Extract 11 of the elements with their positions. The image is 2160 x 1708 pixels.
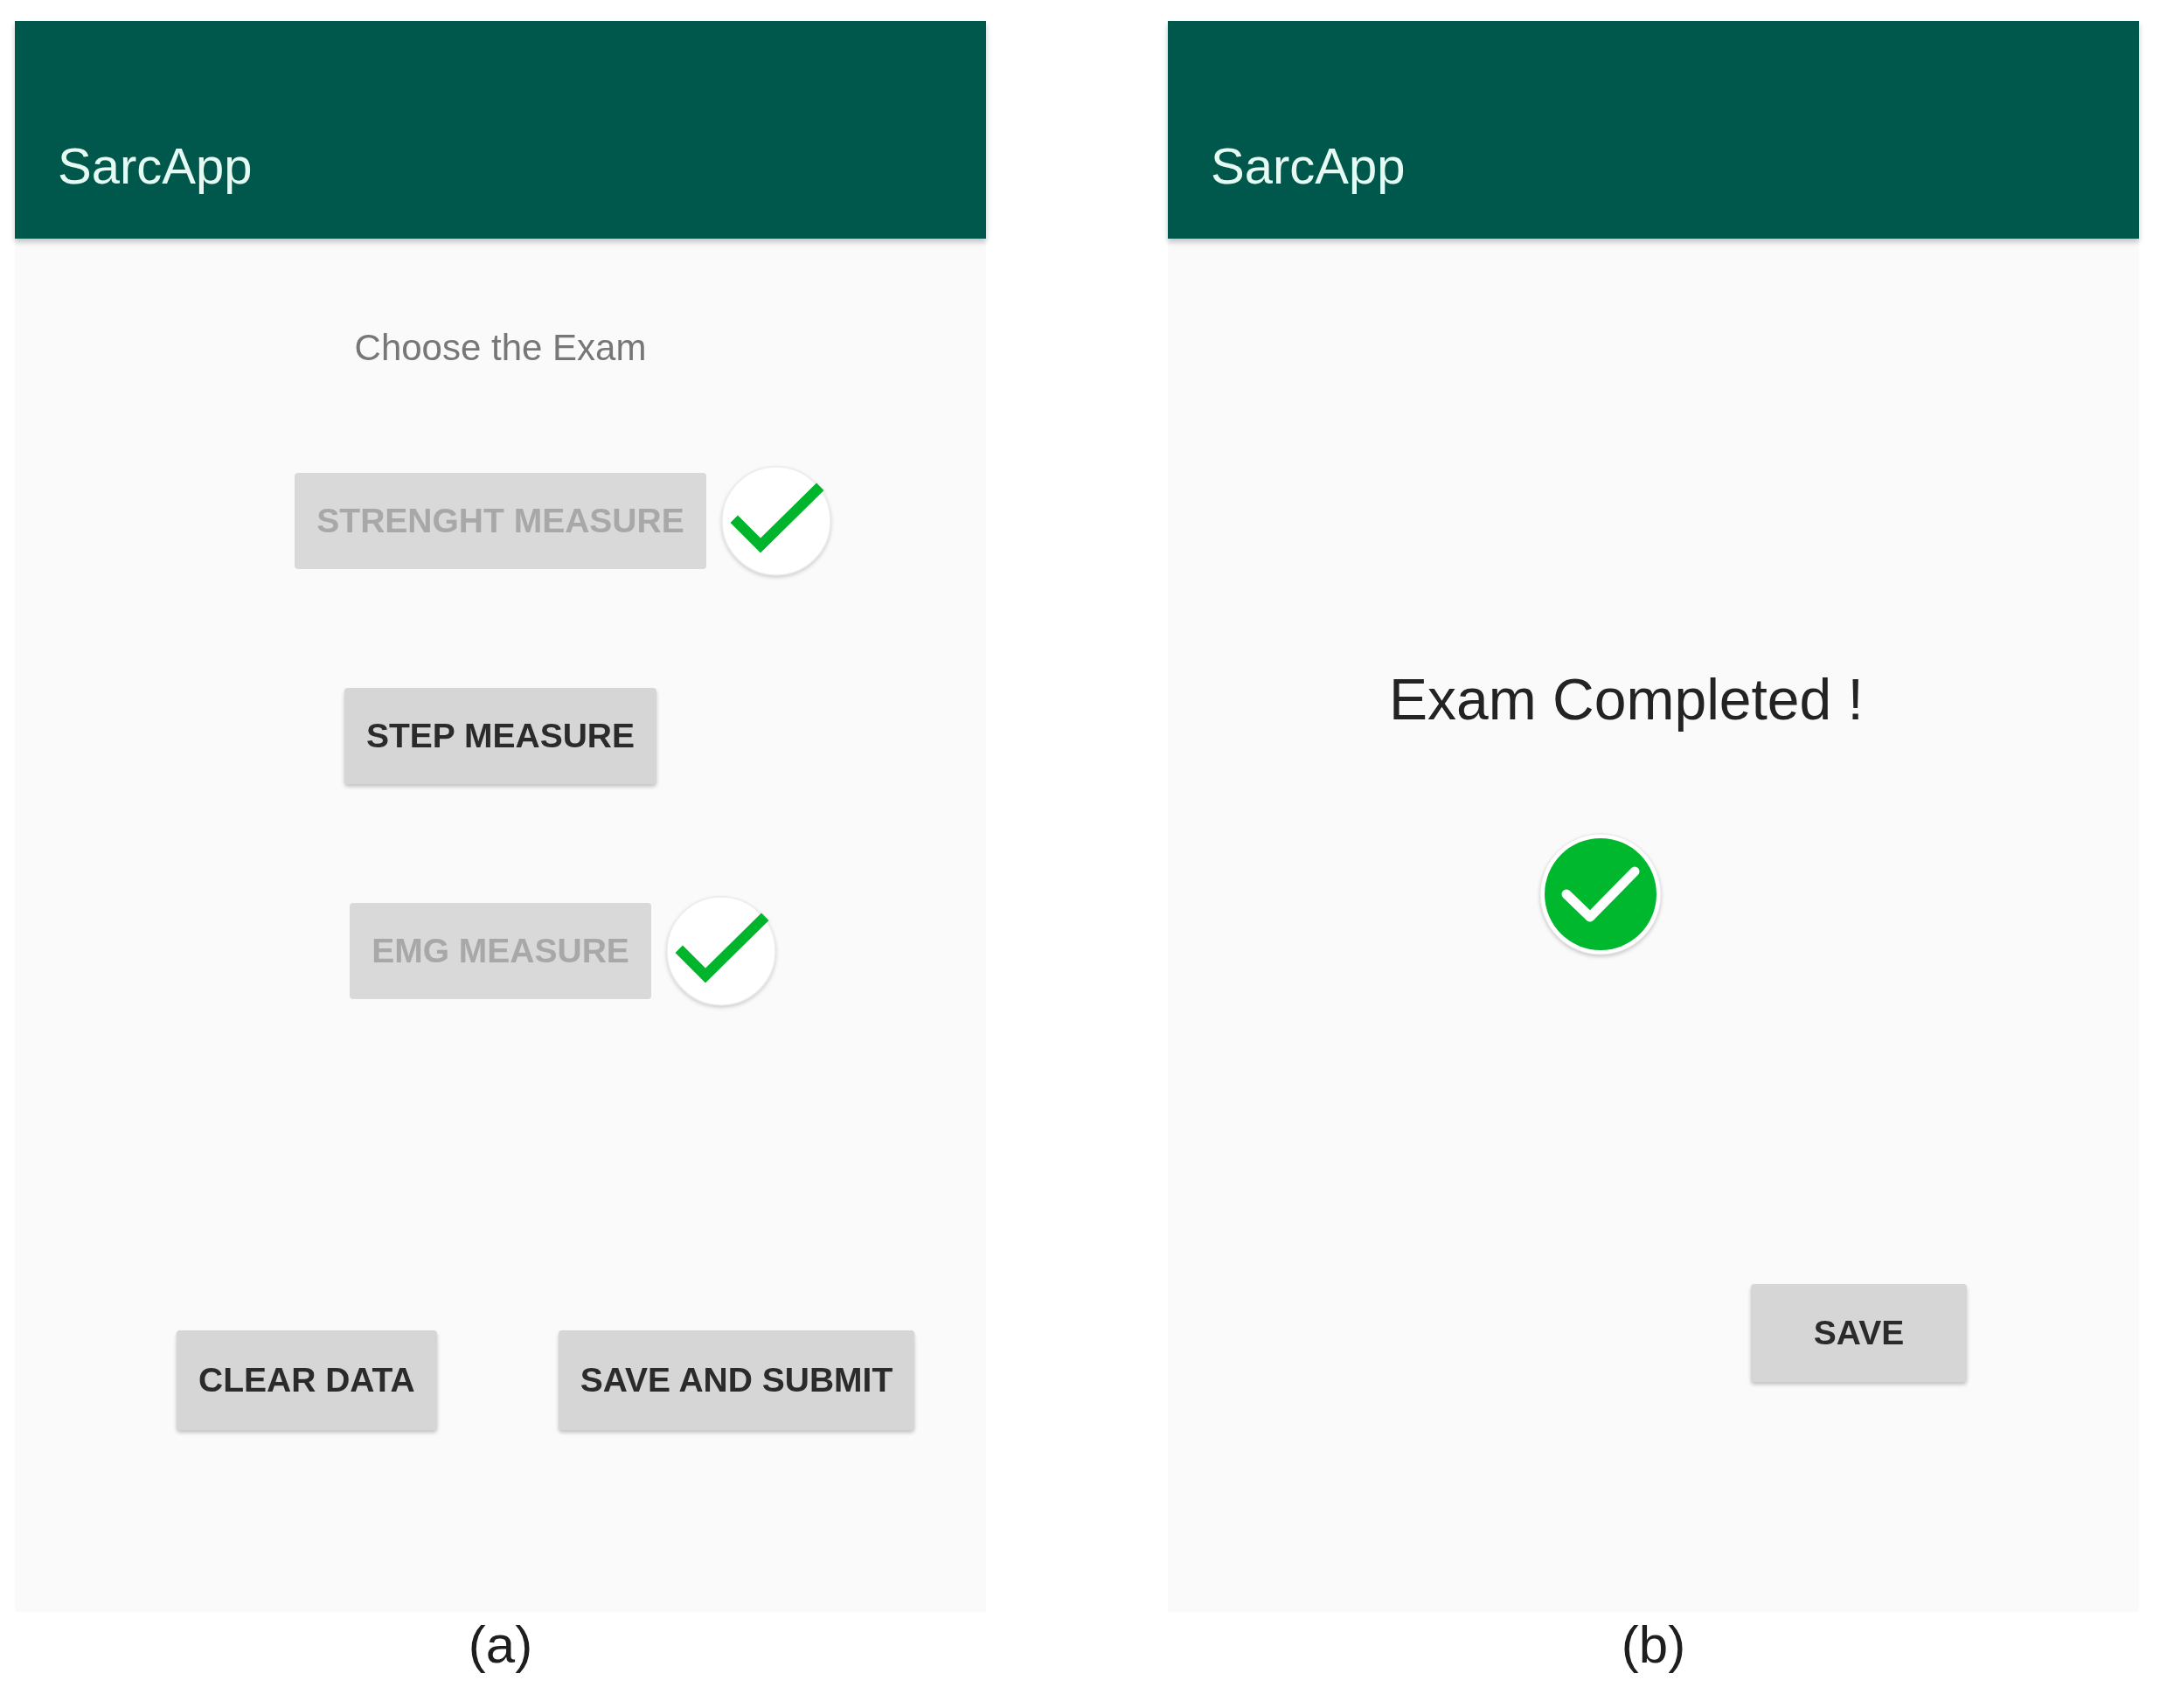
action-button[interactable]: SAVE — [1751, 1284, 1967, 1382]
prompt-text: Choose the Exam — [354, 326, 647, 370]
app-title: SarcApp — [1211, 136, 1406, 196]
figure-caption: (b) — [1621, 1614, 1686, 1676]
check-circle-icon — [1539, 833, 1662, 955]
figure-caption: (a) — [468, 1614, 533, 1676]
app-title: SarcApp — [58, 136, 253, 196]
exam-button[interactable]: STEP MEASURE — [344, 688, 656, 784]
action-button[interactable]: SAVE AND SUBMIT — [558, 1330, 915, 1430]
action-button[interactable]: CLEAR DATA — [177, 1330, 437, 1430]
completion-message: Exam Completed ! — [1389, 666, 1864, 733]
